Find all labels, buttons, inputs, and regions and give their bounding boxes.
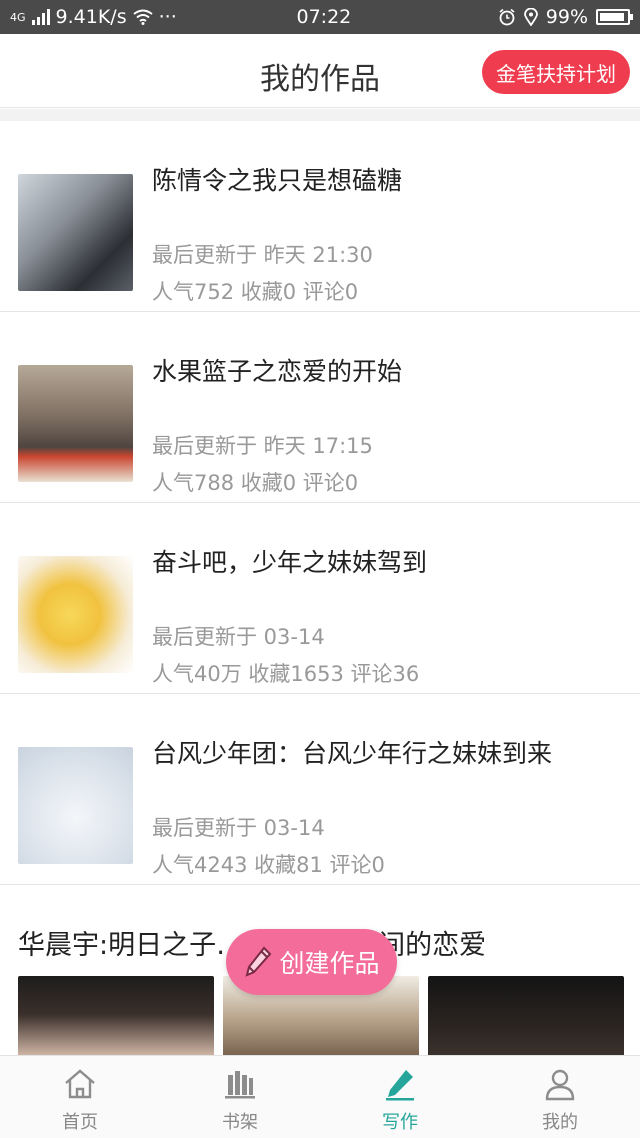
tab-home[interactable]: 首页 — [0, 1056, 160, 1138]
tab-label: 书架 — [222, 1112, 258, 1133]
tab-write[interactable]: 写作 — [320, 1056, 480, 1138]
golden-pen-plan-button[interactable]: 金笔扶持计划 — [482, 50, 630, 94]
clock: 07:22 — [296, 6, 352, 28]
work-item[interactable]: 奋斗吧，少年之妹妹驾到 最后更新于 03-14 人气40万 收藏1653 评论3… — [0, 503, 640, 694]
work-cover-image — [18, 747, 133, 864]
work-updated-time: 最后更新于 03-14 — [152, 625, 325, 649]
work-stats: 人气752 收藏0 评论0 — [152, 280, 359, 304]
tab-bookshelf[interactable]: 书架 — [160, 1056, 320, 1138]
work-updated-time: 最后更新于 03-14 — [152, 816, 325, 840]
create-work-label: 创建作品 — [279, 950, 380, 978]
battery-percent: 99% — [545, 6, 588, 28]
work-item[interactable]: 台风少年团：台风少年行之妹妹到来 最后更新于 03-14 人气4243 收藏81… — [0, 694, 640, 885]
status-bar: 4G 9.41K/s ··· 07:22 99% — [0, 0, 640, 34]
work-updated-time: 最后更新于 昨天 17:15 — [152, 434, 373, 458]
screen: 4G 9.41K/s ··· 07:22 99% 我的作品 金笔扶持计划 陈情令… — [0, 0, 640, 1138]
work-item[interactable]: 水果篮子之恋爱的开始 最后更新于 昨天 17:15 人气788 收藏0 评论0 — [0, 312, 640, 503]
work-stats: 人气4243 收藏81 评论0 — [152, 853, 385, 877]
work-title: 陈情令之我只是想磕糖 — [152, 166, 403, 195]
bookshelf-icon — [225, 1071, 255, 1099]
work-cover-image — [18, 174, 133, 291]
work-list: 陈情令之我只是想磕糖 最后更新于 昨天 21:30 人气752 收藏0 评论0 … — [0, 121, 640, 885]
network-label: 4G — [10, 10, 26, 24]
network-speed: 9.41K/s — [55, 6, 127, 28]
tab-label: 写作 — [382, 1112, 418, 1133]
work-stats: 人气40万 收藏1653 评论36 — [152, 662, 420, 686]
tab-profile[interactable]: 我的 — [480, 1056, 640, 1138]
alarm-icon — [499, 8, 515, 26]
work-title: 水果篮子之恋爱的开始 — [152, 357, 403, 386]
work-updated-time: 最后更新于 昨天 21:30 — [152, 243, 373, 267]
pencil-icon — [246, 946, 272, 977]
work-title: 台风少年团：台风少年行之妹妹到来 — [152, 739, 553, 768]
location-icon — [523, 8, 538, 26]
tab-label: 我的 — [542, 1112, 578, 1133]
recommend-thumbnail[interactable] — [18, 976, 214, 1061]
work-stats: 人气788 收藏0 评论0 — [152, 471, 359, 495]
work-title: 奋斗吧，少年之妹妹驾到 — [152, 548, 428, 577]
home-icon — [65, 1069, 95, 1099]
tab-label: 首页 — [62, 1112, 98, 1133]
section-divider — [0, 109, 640, 121]
wifi-icon — [132, 9, 153, 25]
create-work-button[interactable]: 创建作品 — [226, 929, 397, 995]
signal-icon — [31, 9, 50, 25]
battery-icon — [596, 9, 633, 25]
work-cover-image — [18, 365, 133, 482]
recommend-thumbnail[interactable] — [428, 976, 624, 1061]
app-header: 我的作品 金笔扶持计划 — [0, 34, 640, 108]
work-cover-image — [18, 556, 133, 673]
bottom-tab-bar: 首页 书架 写作 我的 — [0, 1055, 640, 1138]
write-icon — [386, 1070, 414, 1101]
more-indicator: ··· — [158, 6, 177, 28]
work-item[interactable]: 陈情令之我只是想磕糖 最后更新于 昨天 21:30 人气752 收藏0 评论0 — [0, 121, 640, 312]
profile-icon — [545, 1069, 575, 1101]
